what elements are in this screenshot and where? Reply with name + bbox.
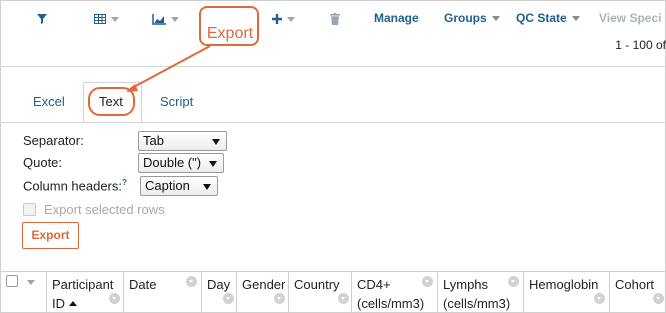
quote-label: Quote: [23, 155, 63, 170]
column-headers-label-wrap: Column headers:? [23, 178, 127, 193]
column-menu-icon[interactable] [653, 293, 664, 304]
column-header-label: Hemoglobin [529, 277, 599, 292]
column-header-label: CD4+ (cells/mm3) [357, 277, 425, 311]
grid-views-button[interactable] [94, 8, 119, 30]
column-header-label: Lymphs (cells/mm3) [443, 277, 511, 311]
column-header-label: Cohort [615, 277, 655, 292]
quote-select[interactable]: Double (") [138, 153, 224, 173]
groups-label: Groups [444, 11, 487, 25]
export-selected-checkbox[interactable] [23, 203, 36, 216]
column-header-cd4[interactable]: CD4+ (cells/mm3) [351, 271, 437, 313]
charts-button[interactable] [152, 8, 179, 30]
delete-button[interactable] [330, 8, 340, 30]
qc-state-menu[interactable]: QC State [516, 11, 580, 25]
chart-icon [152, 13, 166, 25]
filter-button[interactable] [36, 8, 48, 30]
view-specimens-label: View Speci [599, 11, 662, 25]
column-header-date[interactable]: Date [123, 271, 201, 313]
grid-icon [94, 14, 106, 24]
column-menu-icon[interactable] [508, 276, 519, 287]
manage-label: Manage [374, 11, 419, 25]
plus-icon [272, 14, 282, 24]
trash-icon [330, 13, 340, 25]
chevron-down-icon [287, 16, 295, 22]
column-header-label: Participant ID [52, 277, 114, 311]
qc-state-label: QC State [516, 11, 567, 25]
export-selected-label: Export selected rows [44, 202, 165, 217]
column-header-lymphs[interactable]: Lymphs (cells/mm3) [437, 271, 523, 313]
help-icon[interactable]: ? [122, 178, 127, 187]
chevron-down-icon [212, 139, 220, 145]
column-headers-select[interactable]: Caption [140, 176, 218, 196]
chevron-down-icon [491, 15, 500, 21]
groups-menu[interactable]: Groups [444, 11, 500, 25]
column-menu-icon[interactable] [223, 293, 234, 304]
grid-toolbar: Manage Groups QC State View Speci 1 - 10… [0, 0, 666, 66]
column-header-label: Day [207, 277, 231, 292]
column-menu-icon[interactable] [186, 276, 197, 287]
column-menu-icon[interactable] [109, 293, 120, 304]
sort-ascending-icon [69, 301, 77, 306]
separator-value: Tab [143, 133, 164, 148]
column-header-label: Country [294, 277, 340, 292]
tab-excel[interactable]: Excel [33, 94, 65, 109]
view-specimens-button[interactable]: View Speci [599, 11, 661, 25]
column-menu-icon[interactable] [338, 293, 349, 304]
column-header-label: Date [129, 277, 157, 292]
tab-script[interactable]: Script [160, 94, 193, 109]
tabs-divider [0, 122, 666, 123]
quote-value: Double (") [143, 155, 202, 170]
chevron-down-icon [209, 161, 217, 167]
chevron-down-icon [111, 16, 119, 22]
column-menu-icon[interactable] [594, 293, 605, 304]
pagination-info: 1 - 100 of [615, 38, 666, 52]
column-header-day[interactable]: Day [201, 271, 236, 313]
text-tab-highlight [88, 87, 135, 116]
insert-button[interactable] [272, 8, 295, 30]
column-header-country[interactable]: Country [288, 271, 351, 313]
column-headers-value: Caption [145, 178, 190, 193]
manage-button[interactable]: Manage [374, 11, 419, 25]
toolbar-divider [0, 66, 666, 67]
chevron-down-icon [171, 16, 179, 22]
chevron-down-icon [203, 184, 211, 190]
chevron-down-icon[interactable] [27, 280, 35, 285]
column-header-cohort[interactable]: Cohort [609, 271, 666, 313]
column-header-participant-id[interactable]: Participant ID [46, 271, 123, 313]
column-menu-icon[interactable] [422, 276, 433, 287]
column-headers-label: Column headers: [23, 178, 122, 194]
separator-label: Separator: [23, 133, 84, 148]
column-header-hemoglobin[interactable]: Hemoglobin [523, 271, 609, 313]
export-button[interactable]: Export [22, 222, 79, 249]
filter-icon [37, 14, 47, 24]
select-all-checkbox[interactable] [6, 275, 18, 287]
column-header-gender[interactable]: Gender [236, 271, 288, 313]
column-header-label: Gender [242, 277, 286, 292]
export-callout-label: Export [206, 25, 254, 42]
chevron-down-icon [571, 15, 580, 21]
separator-select[interactable]: Tab [138, 131, 227, 151]
column-menu-icon[interactable] [274, 293, 285, 304]
